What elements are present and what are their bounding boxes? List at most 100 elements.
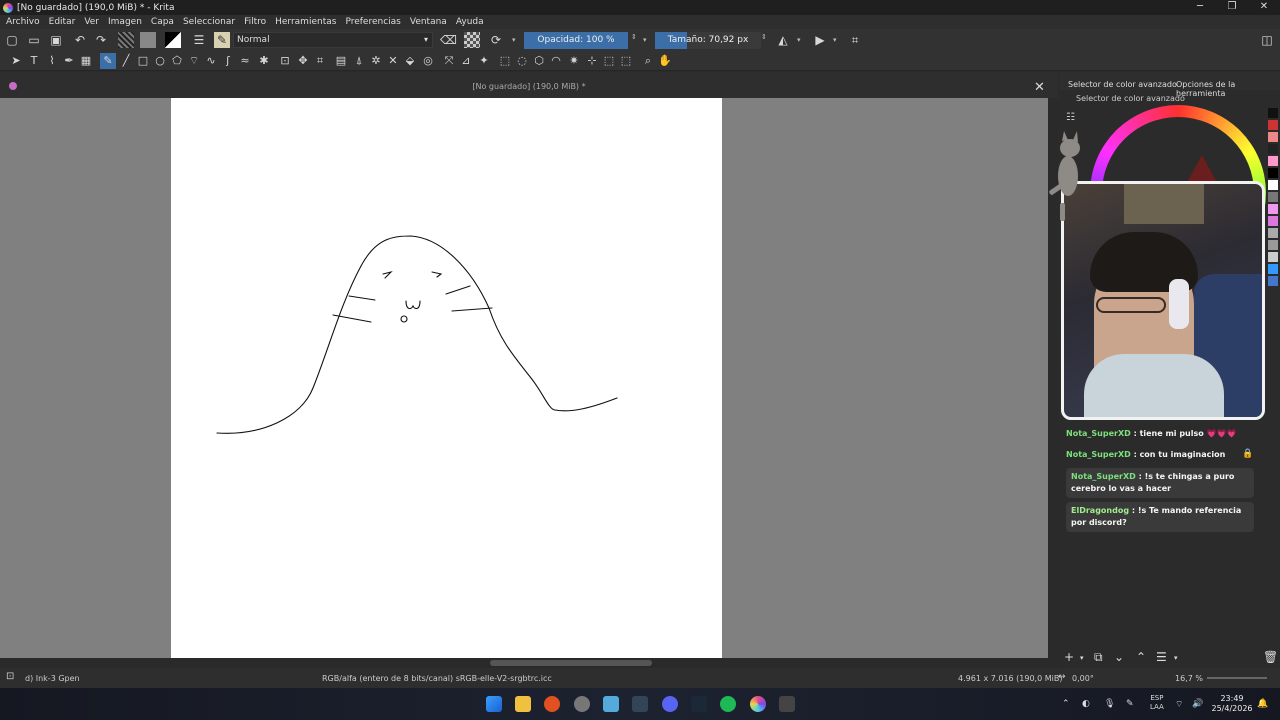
selector-settings-icon[interactable]: ☷ [1066, 112, 1075, 123]
swatch[interactable] [1268, 228, 1278, 238]
notification-icon[interactable]: 🔔 [1257, 699, 1268, 709]
brush-preset-icon[interactable]: ✎ [214, 32, 230, 48]
discord-icon[interactable] [662, 696, 678, 712]
brush-size-slider[interactable]: Tamaño: 70,92 px [655, 32, 761, 49]
move-layer-down-icon[interactable]: ⌄ [1114, 650, 1124, 664]
polyline-tool-icon[interactable]: ⌔ [186, 53, 202, 69]
menu-ayuda[interactable]: Ayuda [456, 17, 484, 27]
swatch[interactable] [1268, 132, 1278, 142]
swatch[interactable] [1268, 192, 1278, 202]
status-brush[interactable]: d) Ink-3 Gpen [25, 674, 80, 683]
zoom-tool-icon[interactable]: ⌕ [640, 53, 656, 69]
mirror-horizontal-icon[interactable]: ◭ [775, 32, 791, 48]
select-shapes-icon[interactable]: ➤ [8, 53, 24, 69]
swatch[interactable] [1268, 144, 1278, 154]
reload-preset-icon[interactable]: ⟳ [488, 32, 504, 48]
blend-mode-select[interactable]: Normal ▾ [233, 32, 433, 48]
chevron-down-icon[interactable]: ▾ [833, 36, 837, 44]
brush-settings-icon[interactable]: ☰ [191, 32, 207, 48]
color-picker-icon[interactable]: ⍋ [351, 53, 367, 69]
chevron-down-icon[interactable]: ▾ [512, 36, 516, 44]
swatch[interactable] [1268, 108, 1278, 118]
delete-layer-icon[interactable]: 🗑 [1263, 650, 1278, 664]
document-title[interactable]: [No guardado] (190,0 MiB) * [0, 82, 1058, 91]
chevron-down-icon[interactable]: ▾ [797, 36, 801, 44]
edit-shapes-icon[interactable]: ⌇ [44, 53, 60, 69]
open-folder-icon[interactable]: ▭ [26, 32, 42, 48]
menu-imagen[interactable]: Imagen [108, 17, 142, 27]
measure-tool-icon[interactable]: ⊿ [458, 53, 474, 69]
minimize-button[interactable]: ─ [1184, 0, 1216, 15]
swatch[interactable] [1268, 120, 1278, 130]
magnetic-select-icon[interactable]: ⬚ [618, 53, 634, 69]
eraser-icon[interactable]: ⌫ [440, 32, 457, 48]
maximize-button[interactable]: ❐ [1216, 0, 1248, 15]
bezier-tool-icon[interactable]: ∿ [203, 53, 219, 69]
layer-properties-icon[interactable]: ☰ [1156, 650, 1167, 664]
canvas-area[interactable] [0, 98, 1048, 658]
app-icon[interactable] [632, 696, 648, 712]
menu-ventana[interactable]: Ventana [410, 17, 447, 27]
dock-panel-icon[interactable]: ◫ [1259, 32, 1275, 48]
status-zoom[interactable]: 16,7 % [1175, 674, 1203, 683]
swatch[interactable] [1268, 204, 1278, 214]
gradient-selector-icon[interactable] [118, 32, 134, 48]
app-icon[interactable] [603, 696, 619, 712]
menu-filtro[interactable]: Filtro [244, 17, 266, 27]
swatch[interactable] [1268, 276, 1278, 286]
reference-tool-icon[interactable]: ✦ [476, 53, 492, 69]
swatch[interactable] [1268, 168, 1278, 178]
scrollbar-thumb[interactable] [490, 660, 652, 666]
freehand-select-icon[interactable]: ◠ [548, 53, 564, 69]
status-rotation[interactable]: 0,00° [1072, 674, 1094, 683]
swatch[interactable] [1268, 240, 1278, 250]
menu-seleccionar[interactable]: Seleccionar [183, 17, 235, 27]
freehand-path-icon[interactable]: ʃ [220, 53, 236, 69]
tab-tool-options[interactable]: Opciones de la herramienta [1176, 80, 1280, 98]
text-tool-icon[interactable]: T [26, 53, 42, 69]
dynamic-brush-icon[interactable]: ≈ [237, 53, 253, 69]
duplicate-layer-icon[interactable]: ⧉ [1094, 650, 1103, 665]
wifi-icon[interactable]: ⌔ [1175, 699, 1183, 710]
crop-icon[interactable]: ⌗ [312, 53, 328, 69]
bezier-select-icon[interactable]: ⬚ [601, 53, 617, 69]
move-layer-up-icon[interactable]: ⌃ [1136, 650, 1146, 664]
pan-tool-icon[interactable]: ✋ [657, 53, 673, 69]
move-tool-icon[interactable]: ✥ [295, 53, 311, 69]
fill-tool-icon[interactable]: ⬙ [402, 53, 418, 69]
similar-select-icon[interactable]: ⊹ [584, 53, 600, 69]
menu-editar[interactable]: Editar [49, 17, 76, 27]
gradient-tool-icon[interactable]: ▤ [333, 53, 349, 69]
horizontal-scrollbar[interactable] [0, 658, 1058, 668]
contiguous-select-icon[interactable]: ✷ [566, 53, 582, 69]
add-layer-icon[interactable]: + [1064, 650, 1074, 664]
swatch[interactable] [1268, 180, 1278, 190]
menu-ver[interactable]: Ver [84, 17, 99, 27]
menu-preferencias[interactable]: Preferencias [345, 17, 400, 27]
opacity-slider[interactable]: Opacidad: 100 % [524, 32, 628, 49]
rectangle-tool-icon[interactable]: □ [135, 53, 151, 69]
brave-browser-icon[interactable] [544, 696, 560, 712]
calligraphy-icon[interactable]: ✒ [61, 53, 77, 69]
wrap-around-icon[interactable]: ⌗ [847, 32, 863, 48]
krita-taskbar-icon[interactable] [750, 696, 766, 712]
windows-start-icon[interactable] [486, 696, 502, 712]
zoom-slider[interactable] [1207, 677, 1267, 679]
line-tool-icon[interactable]: ╱ [118, 53, 134, 69]
ellipse-select-icon[interactable]: ◌ [514, 53, 530, 69]
transform-icon[interactable]: ▦ [78, 53, 94, 69]
microphone-icon[interactable]: 🎙 [1104, 699, 1115, 709]
mirror-vertical-icon[interactable]: ▶ [812, 32, 828, 48]
swatch[interactable] [1268, 216, 1278, 226]
swatch[interactable] [1268, 264, 1278, 274]
enclose-fill-icon[interactable]: ◎ [420, 53, 436, 69]
chevron-down-icon[interactable]: ▾ [1174, 654, 1178, 662]
drawing-canvas[interactable] [171, 98, 722, 658]
taskbar-clock[interactable]: 23:49 25/4/2026 [1210, 694, 1254, 714]
tray-app-icon[interactable]: ◐ [1082, 699, 1090, 709]
save-icon[interactable]: ▣ [48, 32, 64, 48]
undo-icon[interactable]: ↶ [72, 32, 88, 48]
multibrush-icon[interactable]: ✱ [256, 53, 272, 69]
assistant-tool-icon[interactable]: ⤧ [441, 53, 457, 69]
rect-select-icon[interactable]: ⬚ [497, 53, 513, 69]
